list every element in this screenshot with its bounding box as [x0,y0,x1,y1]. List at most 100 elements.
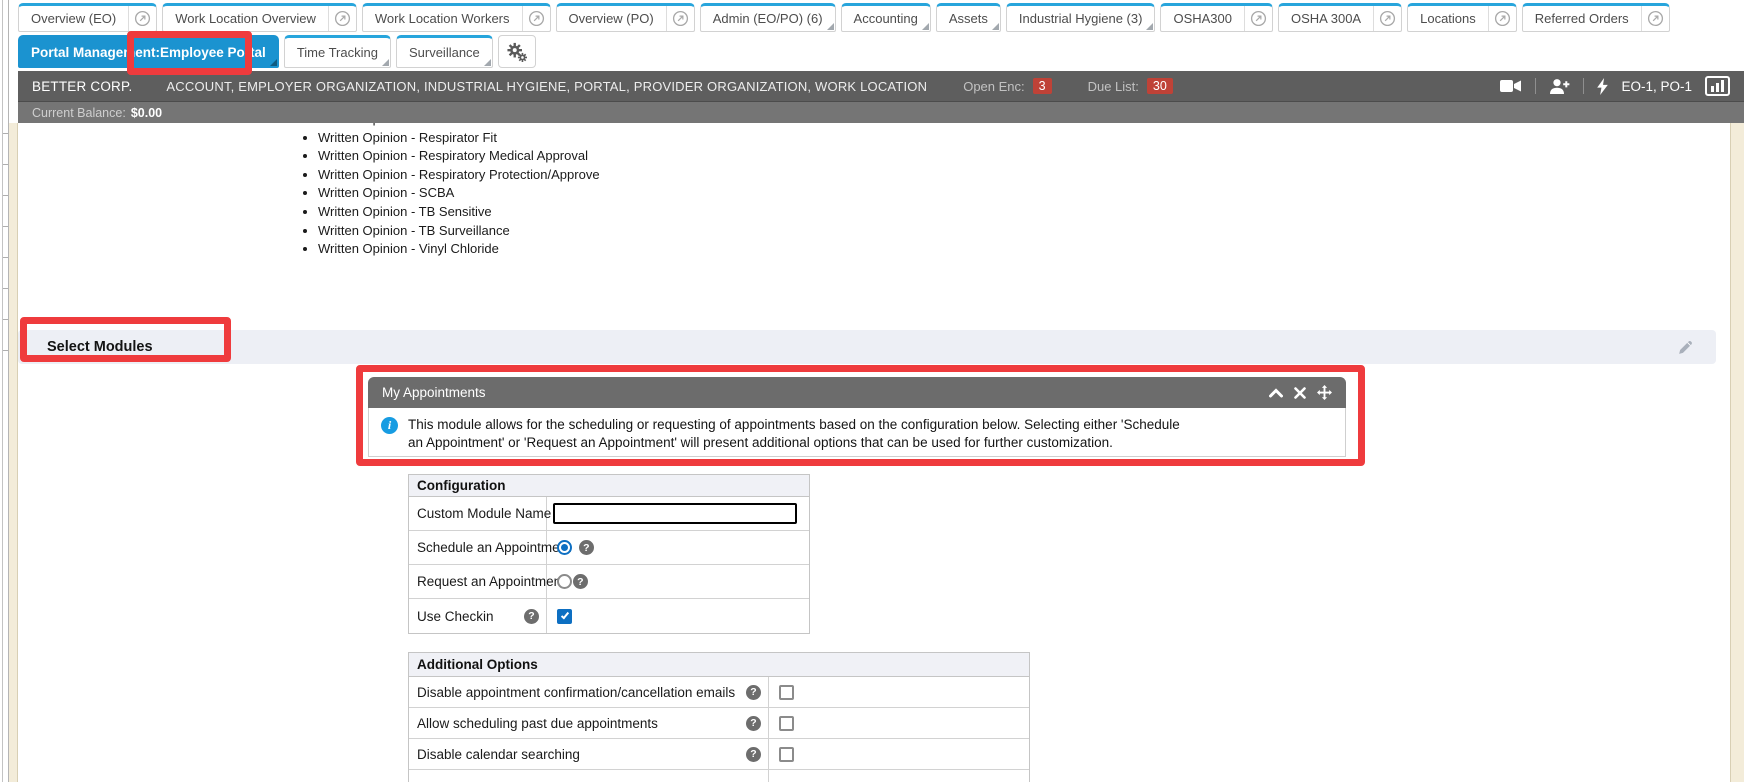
category-list: ACCOUNT, EMPLOYER ORGANIZATION, INDUSTRI… [166,79,927,94]
gutter-tick [3,164,8,165]
org-context-label: EO-1, PO-1 [1621,79,1692,94]
table-row: Disable calendar searching [409,739,1029,770]
add-person-icon[interactable] [1549,78,1570,95]
check-icon [560,610,568,619]
module-controls [1269,385,1332,400]
header-actions: EO-1, PO-1 [1500,76,1730,96]
divider [1535,78,1536,94]
tab-osha300a[interactable]: OSHA 300A [1278,3,1402,32]
list-item: Written Opinion - Respiratory Medical Ap… [318,147,600,166]
list-item: Written Opinion - Vinyl Chloride [318,240,600,259]
additional-options-title: Additional Options [409,653,1029,677]
help-icon[interactable] [746,716,761,731]
bar-chart-icon[interactable] [1705,76,1730,96]
dropdown-corner-icon [827,23,834,30]
use-checkin-checkbox[interactable] [557,609,572,624]
table-row: Disable appointment confirmation/cancell… [409,677,1029,708]
module-title: My Appointments [382,385,486,400]
help-icon[interactable] [746,747,761,762]
settings-gears-button[interactable] [498,35,536,68]
schedule-appointment-radio[interactable] [557,540,572,555]
info-icon [381,417,398,434]
request-appointment-radio[interactable] [557,574,572,589]
table-row: Request an Appointment [409,565,809,599]
module-header-my-appointments[interactable]: My Appointments [368,377,1346,408]
tab-overview-po[interactable]: Overview (PO) [556,3,695,32]
tab-osha300[interactable]: OSHA300 [1160,3,1273,32]
tab-assets[interactable]: Assets [936,3,1001,32]
gutter-tick [3,350,8,351]
tab-bar-secondary: Portal Management:Employee Portal Time T… [18,35,536,68]
module-info-panel: This module allows for the scheduling or… [368,408,1346,457]
open-new-window-icon[interactable] [666,6,694,31]
row-label: Allow scheduling past due appointments [417,716,658,731]
select-modules-title: Select Modules [47,339,153,355]
table-row: Use Checkin [409,599,809,633]
tab-industrial-hygiene[interactable]: Industrial Hygiene (3) [1006,3,1156,32]
context-header: BETTER CORP. ACCOUNT, EMPLOYER ORGANIZAT… [18,71,1744,101]
tab-referred-orders[interactable]: Referred Orders [1522,3,1670,32]
open-new-window-icon[interactable] [128,6,156,31]
gutter-tick [3,288,8,289]
dropdown-corner-icon [382,59,389,66]
close-icon[interactable] [1294,387,1306,399]
tab-work-location-workers[interactable]: Work Location Workers [362,3,551,32]
left-panel-edge [9,123,18,782]
open-new-window-icon[interactable] [1641,6,1669,31]
open-new-window-icon[interactable] [1244,6,1272,31]
open-new-window-icon[interactable] [328,6,356,31]
tab-locations[interactable]: Locations [1407,3,1517,32]
gutter-tick [3,319,8,320]
help-icon[interactable] [524,609,539,624]
row-label: Request an Appointment [417,574,565,589]
tab-admin-eo-po[interactable]: Admin (EO/PO) (6) [700,3,836,32]
written-opinion-list: Written Opinion - Rabies Vaccination Wri… [318,110,600,259]
tab-overview-eo[interactable]: Overview (EO) [18,3,157,32]
dropdown-corner-icon [922,23,929,30]
table-row: Schedule an Appointment [409,531,809,565]
tab-portal-management-employee-portal[interactable]: Portal Management:Employee Portal [18,35,279,68]
video-camera-icon[interactable] [1500,79,1522,93]
list-item: Written Opinion - TB Sensitive [318,203,600,222]
open-enc-badge[interactable]: 3 [1033,78,1052,94]
open-new-window-icon[interactable] [1373,6,1401,31]
dropdown-corner-icon [1146,23,1153,30]
table-row-partial [409,770,1029,782]
tab-time-tracking[interactable]: Time Tracking [284,35,391,68]
table-row: Allow scheduling past due appointments [409,708,1029,739]
radio-dot [561,544,568,551]
gutter-tick [3,133,8,134]
gutter-tick [3,257,8,258]
balance-value: $0.00 [131,106,162,120]
open-enc-label: Open Enc: [963,79,1024,94]
left-gutter [2,0,9,782]
gutter-tick [3,226,8,227]
tab-accounting[interactable]: Accounting [841,3,931,32]
disable-confirmation-emails-checkbox[interactable] [779,685,794,700]
list-item: Written Opinion - TB Surveillance [318,222,600,241]
tab-work-location-overview[interactable]: Work Location Overview [162,3,357,32]
row-label: Custom Module Name [417,506,551,521]
table-row: Custom Module Name [409,497,809,531]
select-modules-header: Select Modules [18,330,1716,364]
edit-pencil-icon[interactable] [1677,339,1694,356]
open-new-window-icon[interactable] [522,6,550,31]
lightning-icon[interactable] [1597,78,1608,95]
right-panel-edge [1730,123,1744,782]
divider [1583,78,1584,94]
due-list-badge[interactable]: 30 [1147,78,1173,94]
gears-icon [506,42,528,62]
module-info-text: This module allows for the scheduling or… [408,416,1192,448]
allow-past-due-checkbox[interactable] [779,716,794,731]
disable-calendar-searching-checkbox[interactable] [779,747,794,762]
open-new-window-icon[interactable] [1488,6,1516,31]
row-label: Disable calendar searching [417,747,580,762]
custom-module-name-input[interactable] [553,503,797,524]
gutter-tick [3,195,8,196]
collapse-chevron-up-icon[interactable] [1269,388,1283,398]
help-icon[interactable] [746,685,761,700]
chart-bar [1721,80,1724,92]
tab-surveillance[interactable]: Surveillance [396,35,493,68]
move-icon[interactable] [1317,385,1332,400]
row-label: Disable appointment confirmation/cancell… [417,685,735,700]
